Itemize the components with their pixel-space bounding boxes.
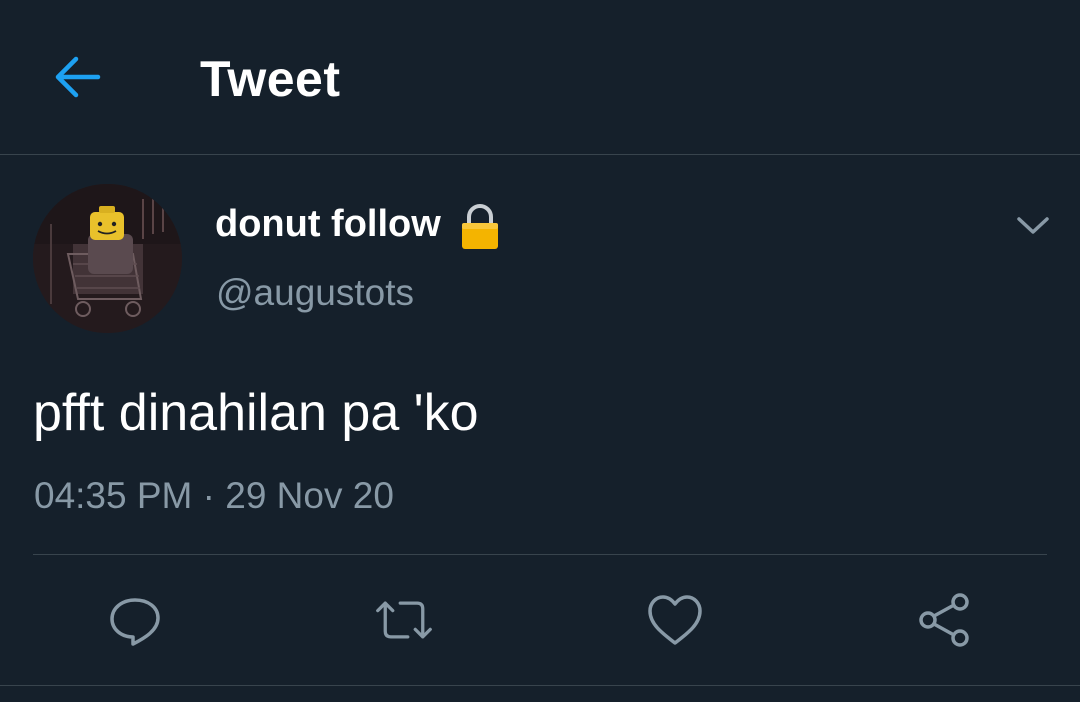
- page-title: Tweet: [200, 51, 341, 107]
- top-bar: Tweet: [0, 0, 1080, 155]
- chevron-down-icon: [1017, 217, 1049, 234]
- share-icon: [919, 593, 969, 647]
- lock-icon: [462, 204, 498, 249]
- back-button[interactable]: [50, 52, 104, 102]
- reply-icon: [110, 598, 160, 646]
- tweet-menu-button[interactable]: [1008, 206, 1058, 246]
- tweet-text: pfft dinahilan pa 'ko: [33, 384, 479, 442]
- display-name[interactable]: donut follow: [215, 203, 441, 246]
- tweet-actions: [0, 580, 1080, 660]
- reply-button[interactable]: [105, 590, 165, 650]
- bottom-divider: [0, 685, 1080, 686]
- avatar[interactable]: [33, 184, 182, 333]
- avatar-image: [33, 184, 182, 333]
- heart-icon: [648, 595, 702, 645]
- retweet-icon: [376, 601, 432, 639]
- username[interactable]: @augustots: [216, 272, 414, 314]
- retweet-button[interactable]: [374, 590, 434, 650]
- like-button[interactable]: [645, 590, 705, 650]
- divider: [33, 554, 1047, 555]
- tweet-timestamp[interactable]: 04:35 PM · 29 Nov 20: [34, 475, 394, 517]
- share-button[interactable]: [914, 590, 974, 650]
- back-arrow-icon: [55, 56, 101, 98]
- tweet-detail-screen: Tweet donut follow @augustots pfft dinah…: [0, 0, 1080, 702]
